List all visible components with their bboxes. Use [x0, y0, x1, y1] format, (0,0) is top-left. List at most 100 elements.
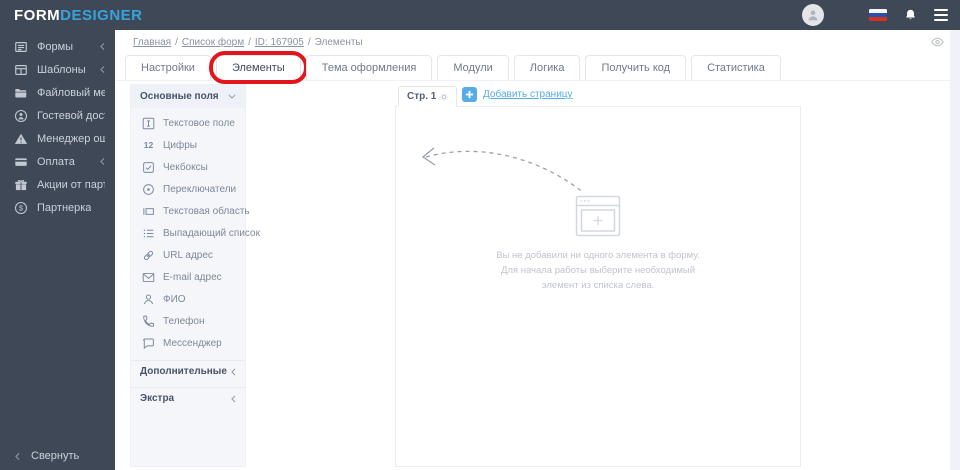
- plus-icon: [462, 87, 477, 102]
- tab-theme[interactable]: Тема оформления: [305, 55, 433, 80]
- user-avatar[interactable]: [802, 4, 824, 26]
- chevron-left-icon: [100, 157, 105, 166]
- person-icon: [142, 293, 155, 306]
- scrollbar[interactable]: [950, 30, 960, 470]
- tab-settings[interactable]: Настройки: [125, 55, 211, 80]
- section-additional[interactable]: Дополнительные: [131, 360, 245, 382]
- section-basic-fields[interactable]: Основные поля: [131, 85, 245, 108]
- tab-modules[interactable]: Модули: [437, 55, 509, 80]
- tab-label: Статистика: [707, 62, 765, 74]
- tab-label: Модули: [453, 62, 493, 74]
- sidebar-item-templates[interactable]: Шаблоны: [0, 58, 115, 81]
- chevron-left-icon: [100, 65, 105, 74]
- field-item-messenger[interactable]: Мессенджер: [131, 332, 245, 354]
- sidebar-item-label: Менеджер ошибок: [37, 132, 105, 145]
- sidebar-item-error-manager[interactable]: Менеджер ошибок: [0, 127, 115, 150]
- tab-logic[interactable]: Логика: [513, 55, 581, 80]
- radio-icon: [142, 183, 155, 196]
- field-item-email[interactable]: E-mail адрес: [131, 266, 245, 288]
- menu-hamburger-icon[interactable]: [934, 9, 948, 21]
- sidebar-item-partner-promos[interactable]: Акции от партнеров: [0, 173, 115, 196]
- sidebar-item-forms[interactable]: Формы: [0, 35, 115, 58]
- field-item-numbers[interactable]: 12 Цифры: [131, 134, 245, 156]
- add-page-label: Добавить страницу: [483, 89, 573, 100]
- empty-state-line: Вы не добавили ни одного элемента в форм…: [496, 250, 700, 261]
- elements-workspace: Основные поля Текстовое поле 12 Цифры Че…: [115, 81, 950, 470]
- breadcrumb-link-forms-list[interactable]: Список форм: [182, 37, 244, 48]
- section-extra[interactable]: Экстра: [131, 387, 245, 409]
- top-bar: FORMDESIGNER: [0, 0, 960, 30]
- gear-icon[interactable]: [440, 93, 448, 101]
- sidebar-item-file-manager[interactable]: Файловый менеджер: [0, 81, 115, 104]
- guest-access-icon: [13, 108, 28, 123]
- field-item-label: Переключатели: [163, 183, 237, 195]
- svg-text:$: $: [18, 203, 23, 212]
- add-page-button[interactable]: Добавить страницу: [462, 87, 573, 102]
- section-label: Дополнительные: [140, 366, 227, 377]
- notifications-bell-icon[interactable]: [904, 8, 917, 22]
- flag-stripe-red: [869, 17, 887, 21]
- tab-elements[interactable]: Элементы: [208, 51, 308, 84]
- field-item-radios[interactable]: Переключатели: [131, 178, 245, 200]
- field-item-label: Выпадающий список: [163, 227, 260, 239]
- logo-primary: FORM: [14, 6, 61, 24]
- page-tab-label: Стр. 1: [407, 91, 437, 102]
- payment-icon: [13, 154, 28, 169]
- breadcrumb-link-form-id[interactable]: ID: 167905: [255, 37, 304, 48]
- field-item-label: E-mail адрес: [163, 271, 222, 283]
- section-label: Основные поля: [140, 91, 219, 102]
- messenger-icon: [142, 337, 155, 350]
- field-item-textarea[interactable]: Текстовая область: [131, 200, 250, 222]
- logo[interactable]: FORMDESIGNER: [14, 7, 143, 24]
- tab-label: Получить код: [601, 62, 671, 74]
- empty-state-text: Вы не добавили ни одного элемента в форм…: [396, 248, 800, 293]
- chevron-left-icon: [231, 395, 236, 403]
- sidebar-item-label: Оплата: [37, 155, 75, 168]
- breadcrumb-separator: /: [248, 37, 251, 48]
- preview-eye-icon[interactable]: [931, 37, 944, 47]
- sidebar-item-payment[interactable]: Оплата: [0, 150, 115, 173]
- person-icon: [808, 10, 818, 21]
- form-canvas[interactable]: Вы не добавили ни одного элемента в форм…: [395, 106, 801, 467]
- chevron-left-icon: [15, 452, 20, 461]
- field-item-label: Чекбоксы: [163, 161, 208, 173]
- dashed-arrow-icon: [421, 147, 585, 194]
- logo-secondary: DESIGNER: [60, 6, 143, 24]
- field-item-checkboxes[interactable]: Чекбоксы: [131, 156, 245, 178]
- breadcrumb-link-home[interactable]: Главная: [133, 37, 171, 48]
- field-item-dropdown-list[interactable]: Выпадающий список: [131, 222, 260, 244]
- chevron-left-icon: [231, 368, 236, 376]
- sidebar-item-affiliate[interactable]: $ Партнерка: [0, 196, 115, 219]
- breadcrumb-current: Элементы: [314, 37, 363, 48]
- content-area: Главная / Список форм / ID: 167905 / Эле…: [115, 30, 960, 470]
- topbar-actions: [802, 0, 948, 30]
- field-item-label: Текстовое поле: [163, 117, 235, 129]
- tab-statistics[interactable]: Статистика: [691, 55, 781, 80]
- field-item-text-field[interactable]: Текстовое поле: [131, 112, 245, 134]
- empty-form-placeholder-icon: [575, 195, 621, 237]
- checkbox-icon: [142, 161, 155, 174]
- section-label: Экстра: [140, 393, 175, 404]
- field-item-full-name[interactable]: ФИО: [131, 288, 245, 310]
- sidebar-item-guest-access[interactable]: Гостевой доступ: [0, 104, 115, 127]
- sidebar-item-label: Партнерка: [37, 201, 92, 214]
- sidebar-collapse-button[interactable]: Свернуть: [0, 450, 115, 462]
- field-items-list: Текстовое поле 12 Цифры Чекбоксы Переклю…: [131, 108, 260, 354]
- language-flag-ru[interactable]: [869, 9, 887, 21]
- field-item-url[interactable]: URL адрес: [131, 244, 245, 266]
- empty-state: Вы не добавили ни одного элемента в форм…: [396, 195, 800, 293]
- field-item-label: Мессенджер: [163, 337, 222, 349]
- chevron-left-icon: [100, 42, 105, 51]
- page-tab-1[interactable]: Стр. 1: [398, 86, 458, 107]
- error-manager-icon: [13, 131, 28, 146]
- chevron-down-icon: [228, 94, 236, 99]
- numbers-icon: 12: [143, 140, 154, 150]
- partner-promos-icon: [13, 177, 28, 192]
- field-item-phone[interactable]: Телефон: [131, 310, 245, 332]
- dropdown-list-icon: [142, 227, 155, 240]
- tab-label: Тема оформления: [321, 62, 417, 74]
- tab-label: Логика: [529, 62, 565, 74]
- sidebar: Формы Шаблоны Файловый менеджер Гостевой…: [0, 30, 115, 470]
- tab-get-code[interactable]: Получить код: [585, 55, 687, 80]
- tab-label: Настройки: [141, 62, 195, 74]
